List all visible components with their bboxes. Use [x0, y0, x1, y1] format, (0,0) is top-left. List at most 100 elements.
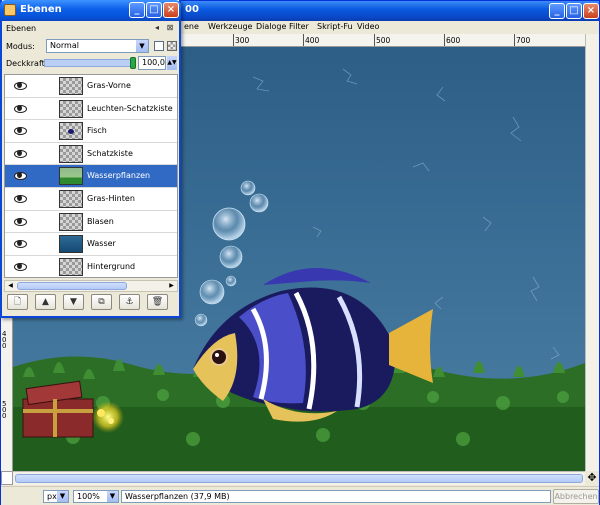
opacity-slider[interactable] [44, 57, 136, 69]
layer-name: Wasserpflanzen [87, 171, 151, 181]
statusbar: px ▼ 100% ▼ Wasserpflanzen (37,9 MB) Abb… [1, 486, 599, 505]
lower-layer-button[interactable]: ▼ [63, 294, 84, 310]
layer-row[interactable]: Wasser [5, 233, 177, 256]
layer-name: Wasser [87, 239, 116, 249]
layer-row[interactable]: Wasserpflanzen [5, 165, 177, 188]
layer-name: Gras-Hinten [87, 194, 135, 203]
close-tab-icon[interactable]: ⊠ [165, 23, 175, 33]
opacity-slider-fill [45, 60, 133, 66]
new-layer-button[interactable]: 🗋 [7, 294, 28, 310]
layer-thumbnail [59, 212, 83, 231]
dock-tab-header: Ebenen ◂ ⊠ [4, 22, 178, 35]
layer-name: Schatzkiste [87, 148, 133, 158]
layer-thumbnail [59, 122, 83, 141]
layer-name: Blasen [87, 216, 114, 226]
layer-row[interactable]: Schatzkiste [5, 143, 177, 166]
mode-select[interactable]: Normal ▼ [46, 39, 149, 53]
menu-item-werkzeuge[interactable]: Werkzeuge [208, 22, 252, 31]
chevron-down-icon: ▼ [107, 491, 118, 502]
navigate-icon[interactable]: ✥ [585, 471, 599, 485]
layer-thumbnail [59, 257, 83, 276]
layer-row[interactable]: Fisch [5, 120, 177, 143]
eye-icon[interactable] [14, 217, 27, 226]
cancel-button[interactable]: Abbrechen [553, 489, 599, 504]
ruler-tick: 500 [2, 400, 7, 420]
horizontal-scroll-thumb[interactable] [15, 474, 583, 483]
raise-layer-button[interactable]: ▲ [35, 294, 56, 310]
ruler-tick: 500 [376, 36, 391, 45]
opacity-spinner[interactable]: ▲▼ [167, 56, 177, 70]
horizontal-scrollbar[interactable] [13, 471, 585, 485]
opacity-label: Deckkraft: [6, 59, 48, 68]
ruler-tick: 400 [305, 36, 320, 45]
layer-row[interactable]: Hintergrund [5, 256, 177, 277]
eye-icon[interactable] [14, 239, 27, 249]
mode-row: Modus: Normal ▼ [4, 39, 178, 54]
scroll-left-icon[interactable]: ◀ [5, 281, 16, 291]
duplicate-layer-button[interactable]: ⧉ [91, 294, 112, 310]
eye-icon[interactable] [14, 171, 27, 181]
menu-item-filter[interactable]: Filter [289, 22, 309, 31]
maximize-button[interactable]: □ [566, 3, 582, 19]
menu-item-skript-fu[interactable]: Skript-Fu [317, 22, 353, 31]
zoom-select[interactable]: 100% ▼ [73, 490, 119, 503]
layer-thumbnail [59, 144, 83, 163]
layer-list-scroll-thumb[interactable] [17, 282, 127, 290]
unit-select[interactable]: px ▼ [43, 490, 69, 503]
tab-menu-icon[interactable]: ◂ [152, 23, 162, 33]
layers-dialog-titlebar[interactable]: Ebenen _ □ × [0, 0, 181, 21]
eye-icon[interactable] [14, 81, 27, 90]
zoom-value: 100% [77, 492, 100, 501]
status-info: Wasserpflanzen (37,9 MB) [121, 490, 551, 503]
opacity-input[interactable]: 100,0 [138, 56, 166, 70]
layer-name: Hintergrund [87, 261, 136, 271]
chevron-down-icon: ▼ [136, 40, 148, 52]
menu-item-dialoge[interactable]: Dialoge [256, 22, 286, 31]
layer-thumbnail [59, 77, 83, 95]
close-button[interactable]: × [163, 2, 179, 18]
layer-thumbnail [59, 190, 83, 208]
layer-name: Leuchten-Schatzkiste [87, 103, 173, 113]
keep-transparency-checkbox[interactable] [154, 41, 164, 51]
layers-dialog: Ebenen _ □ × Ebenen ◂ ⊠ Modus: Normal ▼ … [0, 0, 181, 318]
unit-value: px [47, 492, 57, 501]
scroll-right-icon[interactable]: ▶ [166, 281, 177, 291]
eye-icon[interactable] [14, 126, 27, 136]
anchor-layer-button[interactable]: ⚓ [119, 294, 140, 310]
layer-thumbnail [59, 99, 83, 118]
layer-thumbnail [59, 235, 83, 254]
ruler-tick: 700 [516, 36, 531, 45]
dock-tab-label: Ebenen [6, 24, 37, 33]
eye-icon[interactable] [14, 194, 27, 203]
menu-item-ebene[interactable]: ene [184, 22, 199, 31]
mode-label: Modus: [6, 42, 35, 51]
menu-item-video[interactable]: Video [357, 22, 379, 31]
image-window-title: 00 [185, 4, 199, 15]
layer-row[interactable]: Blasen [5, 211, 177, 234]
vertical-scrollbar[interactable] [585, 34, 599, 471]
eye-icon[interactable] [14, 104, 27, 113]
mode-value: Normal [50, 41, 79, 50]
eye-icon[interactable] [14, 262, 27, 271]
layer-list-scrollbar[interactable]: ◀ ▶ [4, 280, 178, 292]
ruler-tick: 400 [2, 330, 7, 350]
minimize-button[interactable]: _ [549, 3, 565, 19]
layer-name: Fisch [87, 126, 107, 136]
ruler-tick: 300 [235, 36, 250, 45]
close-button[interactable]: × [583, 3, 599, 19]
minimize-button[interactable]: _ [129, 2, 145, 18]
ruler-tick: 600 [446, 36, 461, 45]
layer-list[interactable]: Gras-Vorne Leuchten-Schatzkiste Fisch Schat… [4, 74, 178, 278]
delete-layer-button[interactable]: 🗑 [147, 294, 168, 310]
opacity-row: Deckkraft: 100,0 ▲▼ [4, 56, 178, 71]
layer-row[interactable]: Leuchten-Schatzkiste [5, 98, 177, 121]
layer-row[interactable]: Gras-Vorne [5, 75, 177, 98]
opacity-slider-handle[interactable] [130, 57, 136, 69]
quick-mask-toggle[interactable] [1, 471, 13, 485]
eye-icon[interactable] [14, 149, 27, 158]
chevron-down-icon: ▼ [57, 491, 68, 502]
layer-row[interactable]: Gras-Hinten [5, 188, 177, 211]
layer-name: Gras-Vorne [87, 81, 131, 90]
maximize-button[interactable]: □ [146, 2, 162, 18]
transparency-icon [167, 41, 177, 51]
